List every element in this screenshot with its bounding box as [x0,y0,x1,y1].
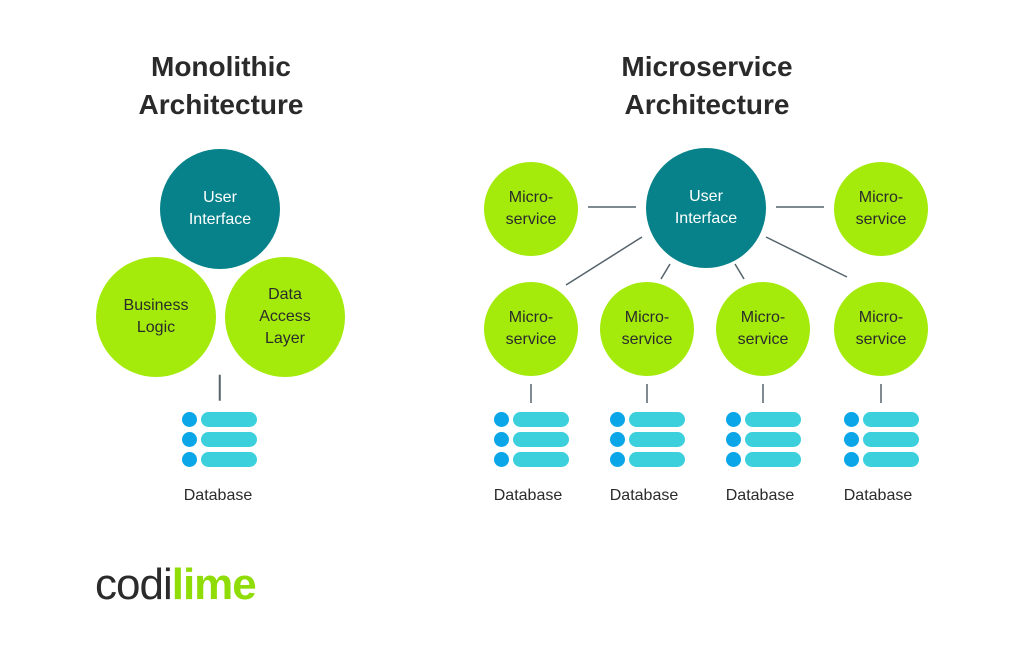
database-icon [726,412,801,467]
micro-database-label: Database [609,487,679,504]
connector-line [765,236,848,278]
micro-database-label: Database [843,487,913,504]
connector-lines [530,206,882,403]
database-icon [610,412,685,467]
codilime-logo: codilime [95,560,257,610]
logo-part2: lime [171,560,257,609]
database-icon [844,412,919,467]
logo-part1: codi [95,560,173,609]
micro-database-label: Database [725,487,795,504]
connector-line [734,263,745,280]
micro-database-label: Database [493,487,563,504]
connector-line [660,263,671,280]
database-icon [494,412,569,467]
connector-line [565,236,643,286]
